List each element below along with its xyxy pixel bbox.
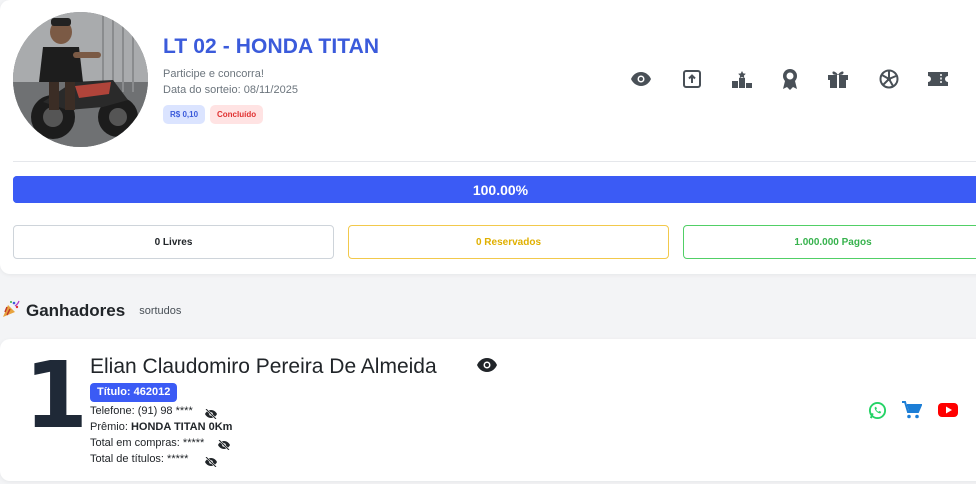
- cart-icon[interactable]: [902, 400, 922, 420]
- eye-icon[interactable]: [477, 358, 497, 377]
- winner-rank: 1: [24, 342, 89, 449]
- stat-reserved[interactable]: 0 Reservados: [348, 225, 669, 259]
- status-badge: Concluído: [210, 105, 264, 124]
- winner-prize: Prêmio: HONDA TITAN 0Km: [90, 421, 232, 433]
- eye-icon[interactable]: [628, 66, 654, 92]
- winners-title: Ganhadores: [26, 301, 126, 320]
- draw-date: Data do sorteio: 08/11/2025: [163, 84, 298, 96]
- gift-icon[interactable]: [825, 66, 851, 92]
- stat-free[interactable]: 0 Livres: [13, 225, 334, 259]
- stat-reserved-label: 0 Reservados: [475, 236, 542, 248]
- progress-label: 100.00%: [472, 181, 529, 198]
- ticket-badge: Título: 462012: [90, 383, 178, 402]
- podium-icon[interactable]: [729, 66, 755, 92]
- eye-off-icon[interactable]: [205, 454, 217, 472]
- winners-subtitle: sortudos: [139, 305, 182, 317]
- award-icon[interactable]: [777, 66, 803, 92]
- winner-name: Elian Claudomiro Pereira De Almeida: [90, 355, 437, 378]
- party-popper-icon: [2, 300, 20, 323]
- prize-label: Prêmio:: [90, 421, 128, 433]
- stat-free-label: 0 Livres: [154, 236, 193, 248]
- wheel-icon[interactable]: [876, 66, 902, 92]
- youtube-icon[interactable]: [938, 400, 958, 420]
- ticket-icon[interactable]: [925, 66, 951, 92]
- raffle-title: LT 02 - HONDA TITAN: [163, 35, 380, 58]
- stat-paid-label: 1.000.000 Pagos: [794, 236, 872, 248]
- eye-off-icon[interactable]: [218, 437, 230, 455]
- prize-value: HONDA TITAN 0Km: [130, 421, 233, 433]
- whatsapp-icon[interactable]: [867, 400, 887, 420]
- price-badge: R$ 0,10: [163, 105, 206, 124]
- winners-header: Ganhadores sortudos: [2, 300, 181, 322]
- winner-titles: Total de títulos: *****: [90, 453, 189, 465]
- winner-purchases: Total em compras: *****: [90, 437, 205, 449]
- progress-bar: 100.00%: [13, 176, 976, 203]
- stat-paid[interactable]: 1.000.000 Pagos: [683, 225, 976, 259]
- raffle-photo: [13, 12, 148, 147]
- raffle-subtitle: Participe e concorra!: [163, 68, 264, 80]
- divider: [13, 161, 976, 162]
- winner-phone: Telefone: (91) 98 ****: [90, 405, 193, 417]
- share-icon[interactable]: [679, 66, 705, 92]
